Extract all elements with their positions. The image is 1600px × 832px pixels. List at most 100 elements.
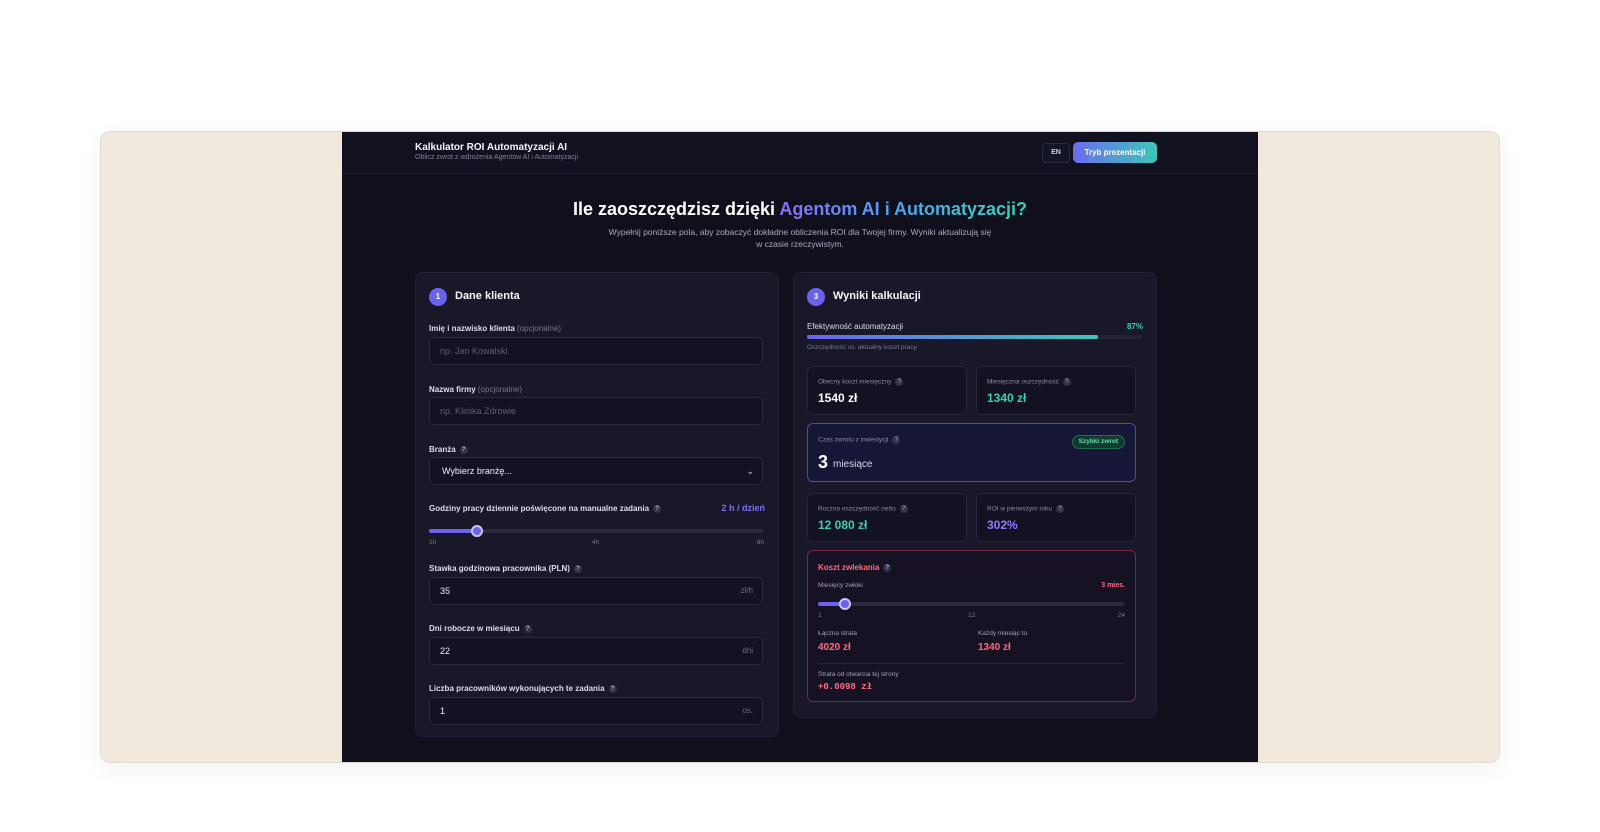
help-icon[interactable]: ? <box>883 563 892 572</box>
payback-unit: miesiące <box>833 459 873 470</box>
help-icon[interactable]: ? <box>1062 378 1071 386</box>
efficiency-label: Efektywność automatyzacji <box>807 322 904 331</box>
help-icon[interactable]: ? <box>1056 505 1065 513</box>
current-cost-card: Obecny koszt miesięczny? 1540 zł <box>807 366 967 415</box>
help-icon[interactable]: ? <box>892 436 901 444</box>
annual-saving-card: Roczna oszczędność netto? 12 080 zł <box>807 493 967 542</box>
help-icon[interactable]: ? <box>899 505 908 513</box>
step-badge: 1 <box>429 288 447 306</box>
days-input-value: 22 <box>440 646 451 656</box>
roi-label: ROI w pierwszym roku? <box>987 505 1065 513</box>
efficiency-value: 87% <box>1126 322 1143 331</box>
rate-unit: zł/h <box>740 586 753 595</box>
current-cost-label-text: Obecny koszt miesięczny <box>818 378 892 386</box>
help-icon[interactable]: ? <box>459 445 468 454</box>
industry-select-value: Wybierz branżę... <box>442 466 512 476</box>
total-loss-value: 4020 zł <box>818 642 851 653</box>
rate-label: Stawka godzinowa pracownika (PLN)? <box>429 564 582 573</box>
delay-tick-min: 1 <box>818 612 822 619</box>
company-name-placeholder: np. Klinika Zdrowie <box>440 406 517 416</box>
fast-return-badge: Szybki zwrot <box>1071 435 1125 449</box>
results-card-title: Wyniki kalkulacji <box>833 290 921 302</box>
hours-tick-mid: 4h <box>592 539 600 546</box>
delay-months-value: 3 mies. <box>1101 582 1125 589</box>
help-icon[interactable]: ? <box>608 684 617 693</box>
monthly-saving-label: Miesięczna oszczędność? <box>987 378 1071 386</box>
workers-label-text: Liczba pracowników wykonujących te zadan… <box>429 684 605 693</box>
hours-tick-min: 1h <box>429 539 437 546</box>
delay-slider[interactable] <box>818 598 1124 610</box>
days-unit: dni <box>742 646 753 655</box>
annual-saving-label: Roczna oszczędność netto? <box>818 505 908 513</box>
workers-input[interactable]: 1 os. <box>429 697 763 725</box>
hours-tick-max: 8h <box>756 539 764 546</box>
hero-title-plain: Ile zaoszczędzisz dzięki <box>572 199 776 219</box>
hours-value: 2 h / dzień <box>721 503 765 513</box>
app-root: Kalkulator ROI Automatyzacji AI Oblicz z… <box>342 132 1258 762</box>
hours-label-text: Godziny pracy dziennie poświęcone na man… <box>429 504 650 513</box>
monthly-saving-label-text: Miesięczna oszczędność <box>987 378 1059 386</box>
delay-tick-mid: 12 <box>968 612 976 619</box>
hours-slider[interactable] <box>429 525 763 537</box>
client-name-input[interactable]: np. Jan Kowalski <box>429 337 763 365</box>
help-icon[interactable]: ? <box>653 504 662 513</box>
payback-label-text: Czas zwrotu z inwestycji <box>818 436 889 444</box>
current-cost-label: Obecny koszt miesięczny? <box>818 378 904 386</box>
industry-label: Branża? <box>429 445 468 454</box>
company-name-label-text: Nazwa firmy <box>429 385 476 394</box>
hero-title-highlight: Agentom AI i Automatyzacji? <box>779 199 1028 219</box>
results-card: 3 Wyniki kalkulacji Efektywność automaty… <box>793 272 1157 718</box>
hours-slider-thumb[interactable] <box>470 525 483 537</box>
browser-frame: Kalkulator ROI Automatyzacji AI Oblicz z… <box>100 131 1500 763</box>
days-input[interactable]: 22 dni <box>429 637 763 665</box>
client-name-placeholder: np. Jan Kowalski <box>440 346 508 356</box>
rate-label-text: Stawka godzinowa pracownika (PLN) <box>429 564 570 573</box>
optional-hint: (opcjonalne) <box>517 324 562 333</box>
loss-since-open-value: +0.0098 zł <box>818 682 873 692</box>
help-icon[interactable]: ? <box>573 564 582 573</box>
language-toggle-button[interactable]: EN <box>1042 143 1070 163</box>
efficiency-bar <box>807 335 1142 339</box>
hero-subtitle: Wypełnij poniższe pola, aby zobaczyć dok… <box>608 227 992 249</box>
monthly-saving-card: Miesięczna oszczędność? 1340 zł <box>976 366 1136 415</box>
efficiency-note: Oszczędność vs. aktualny koszt pracy <box>807 344 917 351</box>
company-name-label: Nazwa firmy (opcjonalne) <box>429 385 522 394</box>
annual-saving-value: 12 080 zł <box>818 518 868 532</box>
client-name-label-text: Imię i nazwisko klienta <box>429 324 515 333</box>
presentation-mode-button[interactable]: Tryb prezentacji <box>1073 142 1157 163</box>
loss-since-open-label: Strata od otwarcia tej strony <box>818 671 899 678</box>
rate-input-value: 35 <box>440 586 451 596</box>
optional-hint: (opcjonalne) <box>477 385 522 394</box>
chevron-down-icon: ⌄ <box>746 466 754 476</box>
industry-select[interactable]: Wybierz branżę... ⌄ <box>429 457 763 485</box>
delay-cost-card: Koszt zwlekania? Miesięcy zwłoki 3 mies.… <box>807 550 1136 702</box>
roi-value: 302% <box>987 518 1018 532</box>
efficiency-bar-fill <box>807 335 1099 339</box>
monthly-loss-label: Każdy miesiąc to <box>978 630 1028 637</box>
payback-card: Czas zwrotu z inwestycji? Szybki zwrot 3… <box>807 423 1136 482</box>
workers-input-value: 1 <box>440 706 446 716</box>
divider <box>818 663 1124 664</box>
client-data-card: 1 Dane klienta Imię i nazwisko klienta (… <box>415 272 779 737</box>
current-cost-value: 1540 zł <box>818 391 858 405</box>
payback-number: 3 <box>818 452 829 472</box>
roi-label-text: ROI w pierwszym roku <box>987 505 1053 513</box>
workers-unit: os. <box>742 706 753 715</box>
hero-title: Ile zaoszczędzisz dzięki Agentom AI i Au… <box>342 199 1258 220</box>
days-label: Dni robocze w miesiącu? <box>429 624 532 633</box>
delay-slider-thumb[interactable] <box>838 598 851 610</box>
help-icon[interactable]: ? <box>523 624 532 633</box>
company-name-input[interactable]: np. Klinika Zdrowie <box>429 397 763 425</box>
hours-slider-fill <box>429 529 477 533</box>
workers-label: Liczba pracowników wykonujących te zadan… <box>429 684 617 693</box>
annual-saving-label-text: Roczna oszczędność netto <box>818 505 896 513</box>
delay-months-label: Miesięcy zwłoki <box>818 582 863 589</box>
help-icon[interactable]: ? <box>895 378 904 386</box>
delay-tick-max: 24 <box>1117 612 1125 619</box>
rate-input[interactable]: 35 zł/h <box>429 577 763 605</box>
client-name-label: Imię i nazwisko klienta (opcjonalne) <box>429 324 561 333</box>
delay-cost-title: Koszt zwlekania? <box>818 563 892 572</box>
roi-card: ROI w pierwszym roku? 302% <box>976 493 1136 542</box>
app-header: Kalkulator ROI Automatyzacji AI Oblicz z… <box>342 132 1258 174</box>
delay-cost-title-text: Koszt zwlekania <box>818 563 880 572</box>
